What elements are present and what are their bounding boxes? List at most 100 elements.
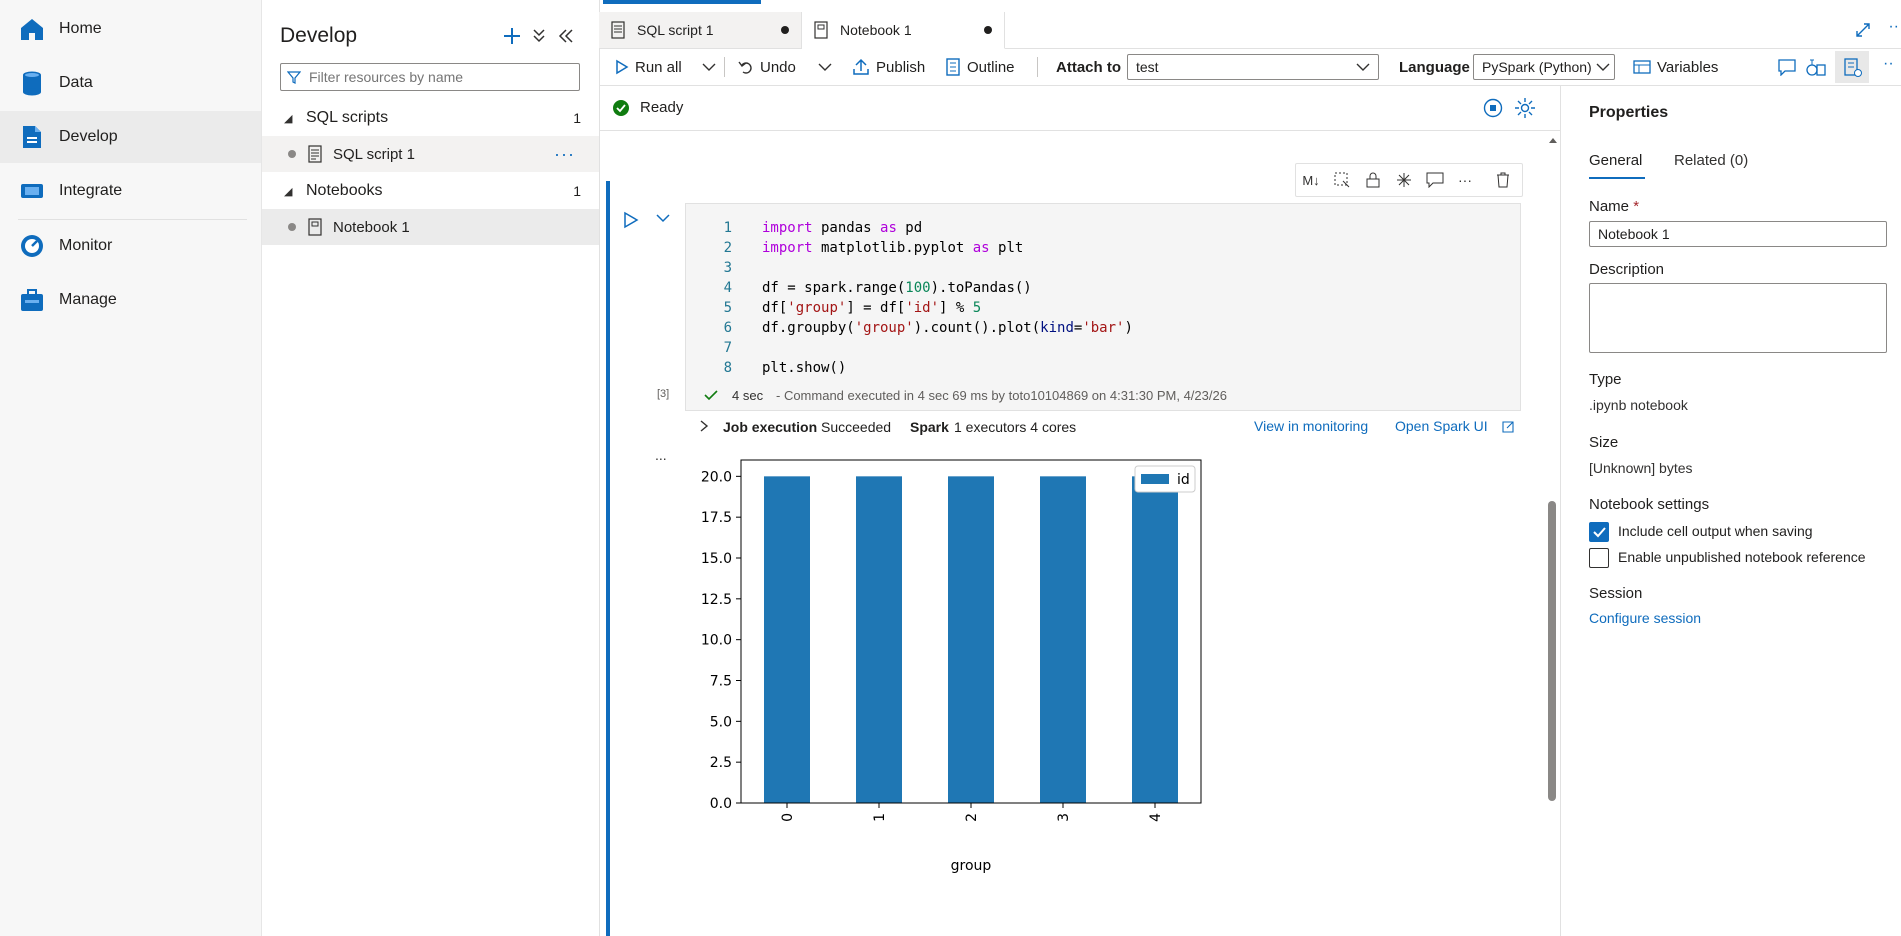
- code-line: plt.show(): [762, 360, 847, 376]
- variables-button[interactable]: Variables: [1633, 49, 1718, 85]
- variables-label: Variables: [1657, 58, 1719, 76]
- properties-toggle[interactable]: [1835, 51, 1869, 83]
- nav-label-manage: Manage: [59, 291, 117, 308]
- collapse-caret-icon[interactable]: ◢: [284, 185, 292, 198]
- configure-session-link[interactable]: Configure session: [1589, 610, 1701, 626]
- freeze-icon[interactable]: [1393, 170, 1415, 190]
- properties-panel: Properties General Related (0) Name * No…: [1560, 86, 1901, 936]
- nav-item-manage[interactable]: Manage: [0, 274, 261, 326]
- add-resource-icon[interactable]: [502, 26, 522, 46]
- more-actions-icon[interactable]: ···: [554, 144, 575, 165]
- nav-label-integrate: Integrate: [59, 182, 123, 199]
- y-tick-label: 2.5: [710, 755, 732, 771]
- job-status: Succeeded: [821, 419, 892, 435]
- spark-session-icon[interactable]: [1805, 57, 1827, 77]
- unsaved-dot-icon: [288, 150, 296, 158]
- delete-icon[interactable]: [1492, 170, 1514, 190]
- code-line: df.groupby('group').count().plot(kind='b…: [762, 320, 1133, 336]
- include-output-checkbox[interactable]: [1589, 522, 1609, 542]
- resource-item-sql-script-1[interactable]: SQL script 1 ···: [262, 136, 599, 172]
- tab-bar: SQL script 1 Notebook 1 ··: [599, 12, 1901, 49]
- undo-icon: [738, 61, 752, 74]
- collapse-caret-icon[interactable]: ◢: [284, 112, 292, 125]
- markdown-toggle-icon[interactable]: M↓: [1300, 170, 1322, 190]
- tab-overflow-icon[interactable]: ··: [1888, 18, 1899, 36]
- nav-item-monitor[interactable]: Monitor: [0, 220, 261, 272]
- lock-icon[interactable]: [1362, 170, 1384, 190]
- notebook-icon: [308, 218, 322, 236]
- check-icon: [704, 390, 718, 401]
- scrollbar-thumb[interactable]: [1548, 501, 1556, 801]
- checkmark-icon: [1593, 527, 1606, 538]
- x-axis-label: group: [951, 858, 992, 874]
- output-more-icon[interactable]: ...: [655, 447, 667, 463]
- filter-input[interactable]: [307, 68, 561, 86]
- nav-item-home[interactable]: Home: [0, 3, 261, 55]
- toolbar-overflow-icon[interactable]: ··: [1883, 55, 1894, 73]
- run-cell-icon[interactable]: [623, 211, 639, 229]
- gear-icon[interactable]: [1514, 97, 1536, 119]
- expand-all-icon[interactable]: [532, 28, 546, 44]
- enable-unpublished-checkbox[interactable]: [1589, 548, 1609, 568]
- y-tick-label: 5.0: [710, 714, 732, 730]
- monitor-icon: [21, 235, 43, 257]
- comment-icon[interactable]: [1424, 170, 1446, 190]
- nav-item-data[interactable]: Data: [0, 57, 261, 109]
- undo-label: Undo: [760, 58, 796, 76]
- develop-panel: Develop ◢ SQL scripts 1 SQL script 1 ···…: [262, 0, 600, 936]
- x-tick-label: 1: [872, 813, 888, 822]
- undo-button[interactable]: Undo: [738, 49, 796, 85]
- run-all-label: Run all: [635, 58, 682, 76]
- name-input[interactable]: Notebook 1: [1589, 221, 1887, 247]
- notebook-settings-label: Notebook settings: [1589, 496, 1710, 513]
- expand-icon[interactable]: [1855, 22, 1871, 38]
- nav-item-develop[interactable]: Develop: [0, 111, 261, 163]
- bar: [856, 476, 902, 803]
- chevron-right-icon[interactable]: [699, 419, 709, 433]
- code-editor[interactable]: 1 2 3 4 5 6 7 8 import pandas as pd impo…: [685, 203, 1521, 411]
- chevron-down-icon: [1356, 63, 1370, 71]
- chevron-down-icon[interactable]: [818, 61, 832, 73]
- unsaved-dot-icon: [984, 26, 992, 34]
- section-notebooks[interactable]: ◢ Notebooks 1: [262, 173, 599, 209]
- more-icon[interactable]: ···: [1454, 170, 1476, 190]
- comments-icon[interactable]: [1777, 58, 1797, 76]
- line-number: 3: [723, 260, 732, 276]
- attach-to-select[interactable]: test: [1127, 54, 1379, 80]
- size-label: Size: [1589, 434, 1619, 451]
- language-select[interactable]: PySpark (Python): [1473, 54, 1615, 80]
- tab-sql-script-1[interactable]: SQL script 1: [599, 12, 802, 48]
- nav-label-monitor: Monitor: [59, 237, 113, 254]
- tab-general[interactable]: General: [1589, 152, 1642, 169]
- notebook-area: M↓ ··· 1 2 3 4 5 6 7 8 import pandas as …: [599, 131, 1560, 936]
- exec-duration: 4 sec: [732, 388, 764, 403]
- section-sql-scripts[interactable]: ◢ SQL scripts 1: [262, 100, 599, 136]
- outline-button[interactable]: Outline: [945, 49, 1015, 85]
- line-number: 1: [723, 220, 732, 236]
- tab-related[interactable]: Related (0): [1674, 152, 1748, 169]
- name-label-text: Name: [1589, 198, 1630, 215]
- section-label: SQL scripts: [306, 109, 389, 126]
- divider: [1037, 57, 1038, 77]
- collapse-panel-icon[interactable]: [558, 28, 574, 44]
- unsaved-dot-icon: [781, 26, 789, 34]
- resource-item-notebook-1[interactable]: Notebook 1: [262, 209, 599, 245]
- publish-button[interactable]: Publish: [852, 49, 925, 85]
- manage-icon: [21, 289, 43, 311]
- filter-box[interactable]: [280, 63, 580, 91]
- stop-session-icon[interactable]: [1483, 98, 1503, 118]
- description-input[interactable]: [1589, 283, 1887, 353]
- chevron-down-icon[interactable]: [655, 213, 671, 225]
- nav-item-integrate[interactable]: Integrate: [0, 165, 261, 217]
- view-monitoring-link[interactable]: View in monitoring: [1254, 418, 1368, 434]
- run-all-button[interactable]: Run all: [615, 49, 682, 85]
- chevron-down-icon[interactable]: [702, 61, 716, 73]
- tab-notebook-1[interactable]: Notebook 1: [802, 12, 1005, 49]
- open-spark-ui-link[interactable]: Open Spark UI: [1395, 418, 1488, 434]
- divider: [724, 57, 725, 77]
- language-value: PySpark (Python): [1482, 59, 1592, 75]
- y-tick-label: 0.0: [710, 796, 732, 812]
- scroll-up-icon[interactable]: [1548, 136, 1558, 144]
- outline-icon: [946, 58, 960, 76]
- select-cell-icon[interactable]: [1331, 170, 1353, 190]
